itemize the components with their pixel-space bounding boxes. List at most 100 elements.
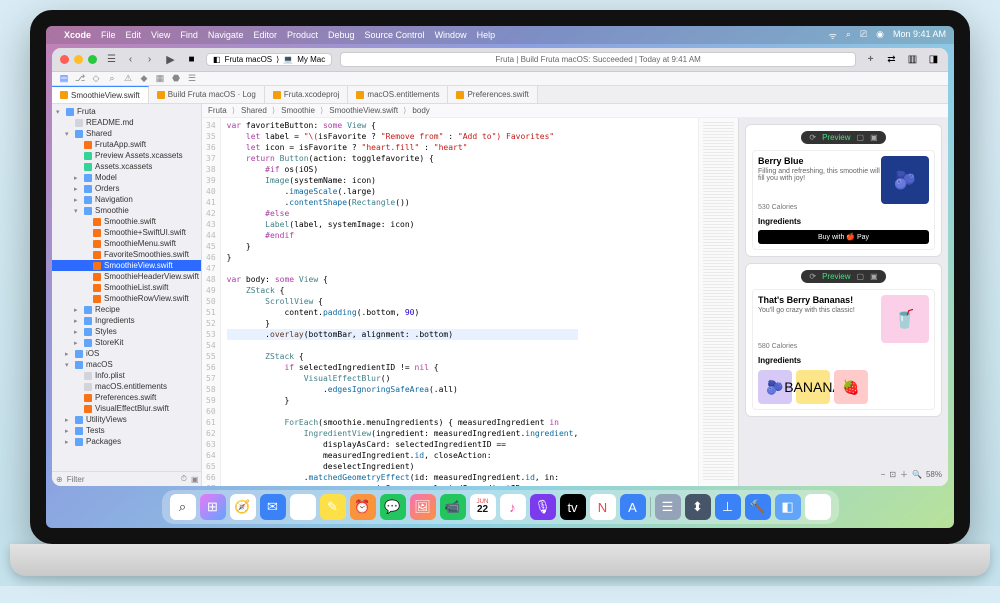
breakpoint-navigator-icon[interactable]: ⬣ — [168, 73, 184, 85]
code-line[interactable]: .edgesIgnoringSafeArea(.all) — [227, 384, 579, 395]
tree-item[interactable]: Info.plist — [52, 370, 201, 381]
code-line[interactable]: } — [227, 318, 579, 329]
nav-back-icon[interactable]: ‹ — [124, 53, 137, 66]
code-line[interactable]: deselectIngredient) — [227, 461, 579, 472]
jumpbar-segment[interactable]: Smoothie — [281, 106, 326, 115]
test-navigator-icon[interactable]: ◆ — [136, 73, 152, 85]
ingredient-card[interactable]: 🍓 — [834, 370, 868, 404]
zoom-out-icon[interactable]: − — [881, 470, 886, 479]
disclosure-icon[interactable]: ▾ — [74, 207, 81, 215]
preview-label[interactable]: Preview — [822, 133, 850, 142]
close-button[interactable] — [60, 55, 69, 64]
code-line[interactable]: Image(systemName: icon) — [227, 175, 579, 186]
code-line[interactable]: let icon = isFavorite ? "heart.fill" : "… — [227, 142, 579, 153]
wifi-icon[interactable]: ᯤ — [829, 29, 837, 42]
window-controls[interactable] — [60, 55, 97, 64]
preview-refresh-icon[interactable]: ⟳ — [809, 272, 816, 281]
disclosure-icon[interactable]: ▸ — [74, 185, 81, 193]
preview-refresh-icon[interactable]: ⟳ — [809, 133, 816, 142]
dock-app[interactable]: 🎙 — [530, 494, 556, 520]
code-line[interactable]: if selectedIngredientID != nil { — [227, 362, 579, 373]
doc-tab[interactable]: SmoothieView.swift — [52, 86, 149, 103]
code-line[interactable]: .overlay(bottomBar, alignment: .bottom) — [227, 329, 579, 340]
tree-item[interactable]: Assets.xcassets — [52, 161, 201, 172]
preview-inspect-icon[interactable]: ▣ — [870, 133, 878, 142]
jumpbar-segment[interactable]: body — [412, 106, 435, 115]
scm-filter-icon[interactable]: ▣ — [191, 475, 199, 484]
dock-app[interactable]: A — [620, 494, 646, 520]
code-line[interactable]: ForEach(smoothie.menuIngredients) { meas… — [227, 417, 579, 428]
jumpbar-segment[interactable]: Fruta — [208, 106, 238, 115]
doc-tab[interactable]: Build Fruta macOS · Log — [149, 86, 265, 103]
tree-item[interactable]: ▾ Smoothie — [52, 205, 201, 216]
tree-item[interactable]: SmoothieList.swift — [52, 282, 201, 293]
recent-filter-icon[interactable]: ⏱ — [181, 474, 187, 484]
tree-item[interactable]: Smoothie.swift — [52, 216, 201, 227]
code-line[interactable] — [227, 406, 579, 417]
minimize-button[interactable] — [74, 55, 83, 64]
tree-item[interactable]: ▸ StoreKit — [52, 337, 201, 348]
project-navigator-icon[interactable]: ▤ — [56, 73, 72, 85]
minimap[interactable] — [698, 118, 738, 486]
tree-item[interactable]: SmoothieView.swift — [52, 260, 201, 271]
code-line[interactable]: return Button(action: togglefavorite) { — [227, 153, 579, 164]
code-line[interactable]: namespace, isSource: selectedIngredientI… — [227, 483, 579, 486]
tree-item[interactable]: ▸ Navigation — [52, 194, 201, 205]
menu-window[interactable]: Window — [435, 30, 467, 40]
dock-app[interactable]: ✎ — [320, 494, 346, 520]
tree-item[interactable]: Preview Assets.xcassets — [52, 150, 201, 161]
menu-help[interactable]: Help — [477, 30, 496, 40]
tree-item[interactable]: ▾ Fruta — [52, 106, 201, 117]
disclosure-icon[interactable]: ▸ — [74, 196, 81, 204]
dock-app[interactable]: 📹 — [440, 494, 466, 520]
tree-item[interactable]: ▸ Ingredients — [52, 315, 201, 326]
macos-dock[interactable]: ⌕⊞🧭✉︎🗓✎⏰💬🖼📹JUN22♪🎙tvNA☰⬍⊥🔨◧🗑 — [162, 490, 839, 524]
jump-bar[interactable]: FrutaSharedSmoothieSmoothieView.swiftbod… — [202, 104, 948, 118]
disclosure-icon[interactable]: ▾ — [65, 130, 72, 138]
code-line[interactable]: measuredIngredient.id, closeAction: — [227, 450, 579, 461]
code-line[interactable]: .contentShape(Rectangle()) — [227, 197, 579, 208]
filter-input[interactable] — [67, 475, 177, 484]
code-line[interactable]: var favoriteButton: some View { — [227, 120, 579, 131]
code-editor[interactable]: 3435363738394041424344454647484950515253… — [202, 118, 698, 486]
disclosure-icon[interactable]: ▸ — [74, 339, 81, 347]
preview-inspect-icon[interactable]: ▣ — [870, 272, 878, 281]
dock-app[interactable]: tv — [560, 494, 586, 520]
dock-app[interactable]: ♪ — [500, 494, 526, 520]
control-center-icon[interactable]: ⎚ — [860, 29, 867, 42]
tree-item[interactable]: FavoriteSmoothies.swift — [52, 249, 201, 260]
activity-status[interactable]: Fruta | Build Fruta macOS: Succeeded | T… — [340, 52, 856, 67]
project-navigator[interactable]: ▾ Fruta README.md ▾ Shared FrutaApp.swif… — [52, 104, 202, 486]
disclosure-icon[interactable]: ▾ — [56, 108, 63, 116]
dock-app[interactable]: ⬍ — [685, 494, 711, 520]
dock-app[interactable]: 🧭 — [230, 494, 256, 520]
dock-app[interactable]: 🔨 — [745, 494, 771, 520]
code-line[interactable]: .matchedGeometryEffect(id: measuredIngre… — [227, 472, 579, 483]
macos-menubar[interactable]: Xcode File Edit View Find Navigate Edito… — [46, 26, 954, 44]
tree-item[interactable]: ▸ Recipe — [52, 304, 201, 315]
sidebar-toggle-icon[interactable]: ☰ — [105, 53, 118, 66]
scheme-selector[interactable]: ◧ Fruta macOS ⟩ 💻 My Mac — [206, 53, 332, 66]
code-review-icon[interactable]: ⇄ — [885, 53, 898, 66]
disclosure-icon[interactable]: ▸ — [74, 174, 81, 182]
doc-tab[interactable]: Fruta.xcodeproj — [265, 86, 349, 103]
preview-label[interactable]: Preview — [822, 272, 850, 281]
disclosure-icon[interactable]: ▸ — [65, 427, 72, 435]
ingredient-card[interactable]: BANANA — [796, 370, 830, 404]
tree-item[interactable]: macOS.entitlements — [52, 381, 201, 392]
tree-item[interactable]: ▸ Tests — [52, 425, 201, 436]
navigator-filter[interactable]: ⊕ ⏱ ▣ — [52, 471, 201, 486]
jumpbar-segment[interactable]: Shared — [241, 106, 278, 115]
code-line[interactable] — [227, 340, 579, 351]
tree-item[interactable]: README.md — [52, 117, 201, 128]
menu-debug[interactable]: Debug — [328, 30, 355, 40]
menu-find[interactable]: Find — [180, 30, 198, 40]
dock-app[interactable]: 🖼 — [410, 494, 436, 520]
disclosure-icon[interactable]: ▾ — [65, 361, 72, 369]
code-line[interactable]: Label(label, systemImage: icon) — [227, 219, 579, 230]
dock-app[interactable]: ☰ — [655, 494, 681, 520]
dock-app[interactable]: JUN22 — [470, 494, 496, 520]
preview-toolbar[interactable]: ⟳ Preview ▢ ▣ — [801, 131, 885, 144]
dock-app[interactable]: ◧ — [775, 494, 801, 520]
siri-icon[interactable]: ◉ — [876, 29, 884, 42]
